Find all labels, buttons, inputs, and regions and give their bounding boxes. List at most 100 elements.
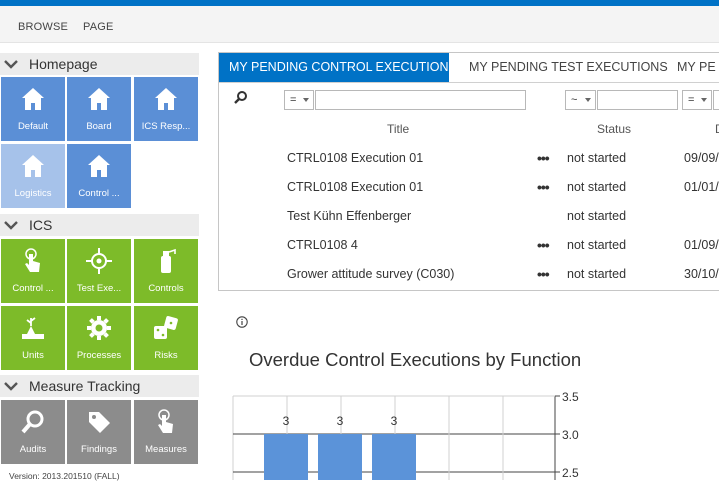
- date-filter-input[interactable]: [713, 90, 719, 110]
- home-icon: [155, 88, 177, 110]
- tile-default[interactable]: Default: [1, 77, 65, 141]
- column-header-date[interactable]: D: [715, 122, 719, 136]
- operator-value: ~: [571, 94, 578, 106]
- tile-board[interactable]: Board: [67, 77, 131, 141]
- row-menu-button[interactable]: •••: [537, 179, 550, 195]
- row-menu-button[interactable]: •••: [537, 150, 550, 166]
- section-label: Measure Tracking: [29, 378, 141, 394]
- tile-units[interactable]: Units: [1, 306, 65, 370]
- tile-label: Control ...: [78, 188, 120, 199]
- overdue-executions-chart: 3.5 3.0 2.5 3 3 3: [232, 390, 579, 480]
- row-title[interactable]: CTRL0108 Execution 01: [287, 151, 423, 165]
- status-filter-input[interactable]: [597, 90, 678, 110]
- search-icon[interactable]: [234, 90, 248, 104]
- y-tick-label: 3.5: [562, 390, 579, 404]
- gear-icon: [87, 316, 111, 340]
- row-date: 01/09/: [684, 238, 719, 252]
- tile-test-executions[interactable]: Test Exe...: [67, 239, 131, 303]
- target-icon: [86, 248, 112, 274]
- section-header-homepage[interactable]: Homepage: [0, 53, 199, 75]
- status-operator-select[interactable]: ~: [565, 90, 596, 110]
- touch-hand-icon: [25, 248, 40, 272]
- section-header-measure-tracking[interactable]: Measure Tracking: [0, 375, 199, 397]
- home-icon: [22, 155, 44, 177]
- tile-risks[interactable]: Risks: [134, 306, 198, 370]
- tile-label: Test Exe...: [76, 283, 122, 294]
- row-title[interactable]: CTRL0108 Execution 01: [287, 180, 423, 194]
- tile-audits[interactable]: Audits: [1, 400, 65, 464]
- ribbon: BROWSE PAGE: [0, 6, 719, 43]
- tile-control[interactable]: Control ...: [67, 144, 131, 208]
- tile-findings[interactable]: Findings: [67, 400, 131, 464]
- operator-value: =: [688, 94, 695, 106]
- column-header-title[interactable]: Title: [387, 122, 409, 136]
- chevron-down-icon: [4, 382, 18, 391]
- row-title[interactable]: CTRL0108 4: [287, 238, 358, 252]
- pending-executions-panel: MY PENDING CONTROL EXECUTIONS MY PENDING…: [218, 52, 719, 291]
- row-title[interactable]: Grower attitude survey (C030): [287, 267, 454, 281]
- chevron-down-icon: [4, 60, 18, 69]
- tile-ics-responsible[interactable]: ICS Resp...: [134, 77, 198, 141]
- table-row[interactable]: CTRL0108 Execution 01 ••• not started 09…: [219, 144, 719, 173]
- tile-label: Logistics: [14, 188, 52, 199]
- tile-control-executions[interactable]: Control ...: [1, 239, 65, 303]
- bar-value-label: 3: [391, 414, 398, 428]
- home-icon: [22, 88, 44, 110]
- table-row[interactable]: Test Kühn Effenberger not started: [219, 202, 719, 231]
- row-status: not started: [567, 238, 627, 252]
- tile-label: Default: [17, 121, 49, 132]
- filter-row: = ~ =: [219, 83, 719, 113]
- chart-title: Overdue Control Executions by Function: [249, 349, 582, 370]
- column-header-status[interactable]: Status: [597, 122, 631, 136]
- tile-label: Risks: [154, 350, 178, 361]
- bar-value-label: 3: [283, 414, 290, 428]
- tile-measures[interactable]: Measures: [134, 400, 198, 464]
- growth-plant-icon: [22, 317, 44, 339]
- tile-label: Controls: [148, 283, 184, 294]
- row-menu-button[interactable]: •••: [537, 266, 550, 282]
- y-tick-label: 2.5: [562, 466, 579, 480]
- row-date: 30/10/: [684, 267, 719, 281]
- row-status: not started: [567, 151, 627, 165]
- bar: [264, 434, 308, 480]
- tab-my-pending-test-executions[interactable]: MY PENDING TEST EXECUTIONS: [459, 53, 678, 82]
- table-row[interactable]: Grower attitude survey (C030) ••• not st…: [219, 260, 719, 289]
- home-icon: [88, 155, 110, 177]
- table-row[interactable]: CTRL0108 Execution 01 ••• not started 01…: [219, 173, 719, 202]
- table-row[interactable]: CTRL0108 4 ••• not started 01/09/: [219, 231, 719, 260]
- caret-down-icon: [585, 98, 591, 102]
- touch-hand-icon: [158, 409, 173, 433]
- tile-label: Control ...: [12, 283, 54, 294]
- section-label: Homepage: [29, 56, 98, 72]
- row-date: 09/09/: [684, 151, 719, 165]
- tile-label: ICS Resp...: [141, 121, 191, 132]
- row-status: not started: [567, 209, 627, 223]
- bar: [372, 434, 416, 480]
- info-icon[interactable]: [236, 316, 248, 328]
- row-status: not started: [567, 180, 627, 194]
- ribbon-tab-page[interactable]: PAGE: [83, 21, 114, 33]
- tile-label: Units: [22, 350, 44, 361]
- title-operator-select[interactable]: =: [284, 90, 314, 110]
- magnifier-icon: [21, 410, 44, 434]
- tab-my-pending-control-executions[interactable]: MY PENDING CONTROL EXECUTIONS: [219, 53, 457, 82]
- tile-processes[interactable]: Processes: [67, 306, 131, 370]
- panel-tabs: MY PENDING CONTROL EXECUTIONS MY PENDING…: [219, 53, 719, 83]
- tile-controls[interactable]: Controls: [134, 239, 198, 303]
- section-header-ics[interactable]: ICS: [0, 214, 199, 236]
- date-operator-select[interactable]: =: [682, 90, 712, 110]
- caret-down-icon: [701, 98, 707, 102]
- section-label: ICS: [29, 217, 53, 233]
- bar-value-label: 3: [337, 414, 344, 428]
- tile-label: Audits: [19, 444, 47, 455]
- tab-my-pending-more[interactable]: MY PE: [667, 53, 719, 82]
- ribbon-tab-browse[interactable]: BROWSE: [18, 21, 68, 33]
- tile-label: Board: [86, 121, 112, 132]
- tile-logistics[interactable]: Logistics: [1, 144, 65, 208]
- row-title[interactable]: Test Kühn Effenberger: [287, 209, 411, 223]
- row-date: 01/01/: [684, 180, 719, 194]
- title-filter-input[interactable]: [315, 90, 526, 110]
- chevron-down-icon: [4, 221, 18, 230]
- row-menu-button[interactable]: •••: [537, 237, 550, 253]
- tile-label: Findings: [81, 444, 117, 455]
